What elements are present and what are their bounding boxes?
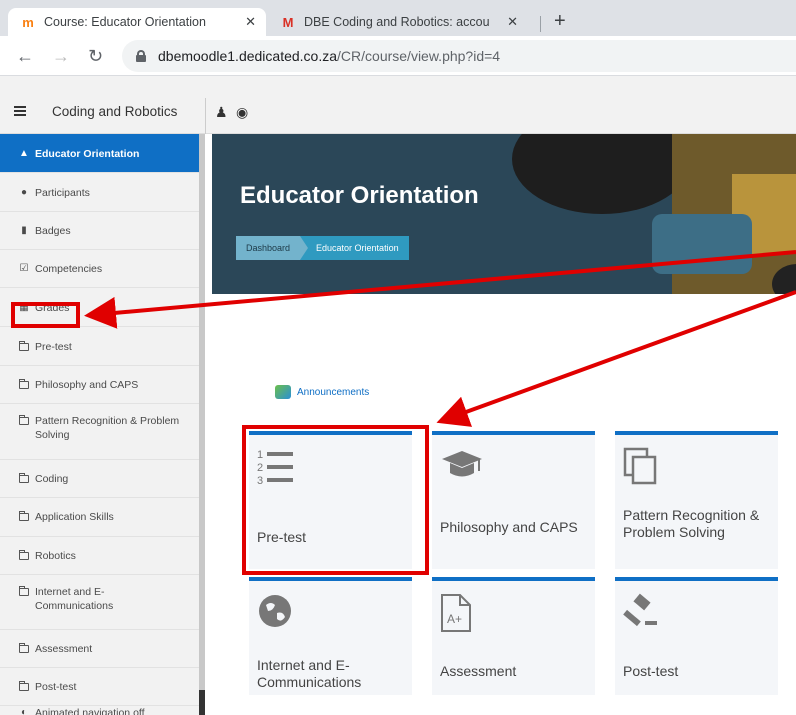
annotation-arrows: [84, 250, 796, 427]
arrow-to-sidebar-pre-test: [84, 250, 796, 329]
arrow-to-tile-pre-test: [436, 290, 796, 427]
